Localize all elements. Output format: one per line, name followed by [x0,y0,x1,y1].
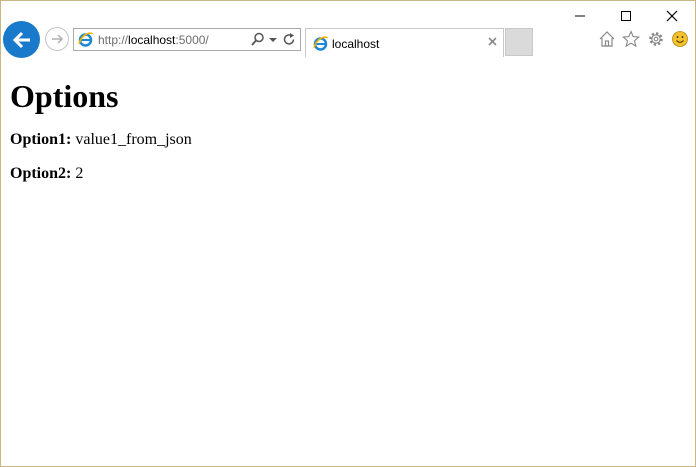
maximize-button[interactable] [603,1,649,31]
address-url[interactable]: http://localhost:5000/ [98,33,209,47]
back-button[interactable] [3,21,40,58]
ie-icon [78,32,94,47]
page-title: Options [10,78,119,114]
back-arrow-icon [12,31,30,48]
address-bar[interactable]: http://localhost:5000/ [73,28,301,51]
search-icon[interactable] [251,32,265,47]
minimize-button[interactable] [557,1,603,31]
page-content: Options Option1: value1_from_json Option… [10,57,690,183]
address-host: localhost [128,33,176,47]
option1-value: value1_from_json [75,131,192,148]
tab-localhost[interactable]: localhost [305,28,504,57]
browser-toolbar: http://localhost:5000/ localhost [1,1,695,58]
option2-value: 2 [75,165,84,182]
new-tab-button[interactable] [505,28,533,56]
option1-line: Option1: value1_from_json [10,131,690,149]
close-window-button[interactable] [649,1,695,31]
forward-arrow-icon [52,34,64,44]
option1-label: Option1: [10,131,72,148]
tab-title: localhost [332,37,380,51]
maximize-icon [621,11,631,21]
ie-icon [313,36,329,51]
browser-window: http://localhost:5000/ localhost Options… [0,0,696,467]
gear-icon[interactable] [647,30,665,48]
close-icon [666,10,678,22]
forward-button[interactable] [45,27,69,51]
option2-label: Option2: [10,165,72,182]
address-port-path: :5000/ [175,33,209,47]
refresh-icon[interactable] [283,32,296,47]
close-icon[interactable] [487,36,498,47]
option2-line: Option2: 2 [10,165,690,183]
address-scheme: http:// [98,33,129,47]
smiley-icon[interactable] [671,30,689,48]
home-icon[interactable] [598,30,616,48]
minimize-icon [575,15,585,17]
dropdown-icon[interactable] [268,32,278,47]
star-icon[interactable] [622,30,640,48]
